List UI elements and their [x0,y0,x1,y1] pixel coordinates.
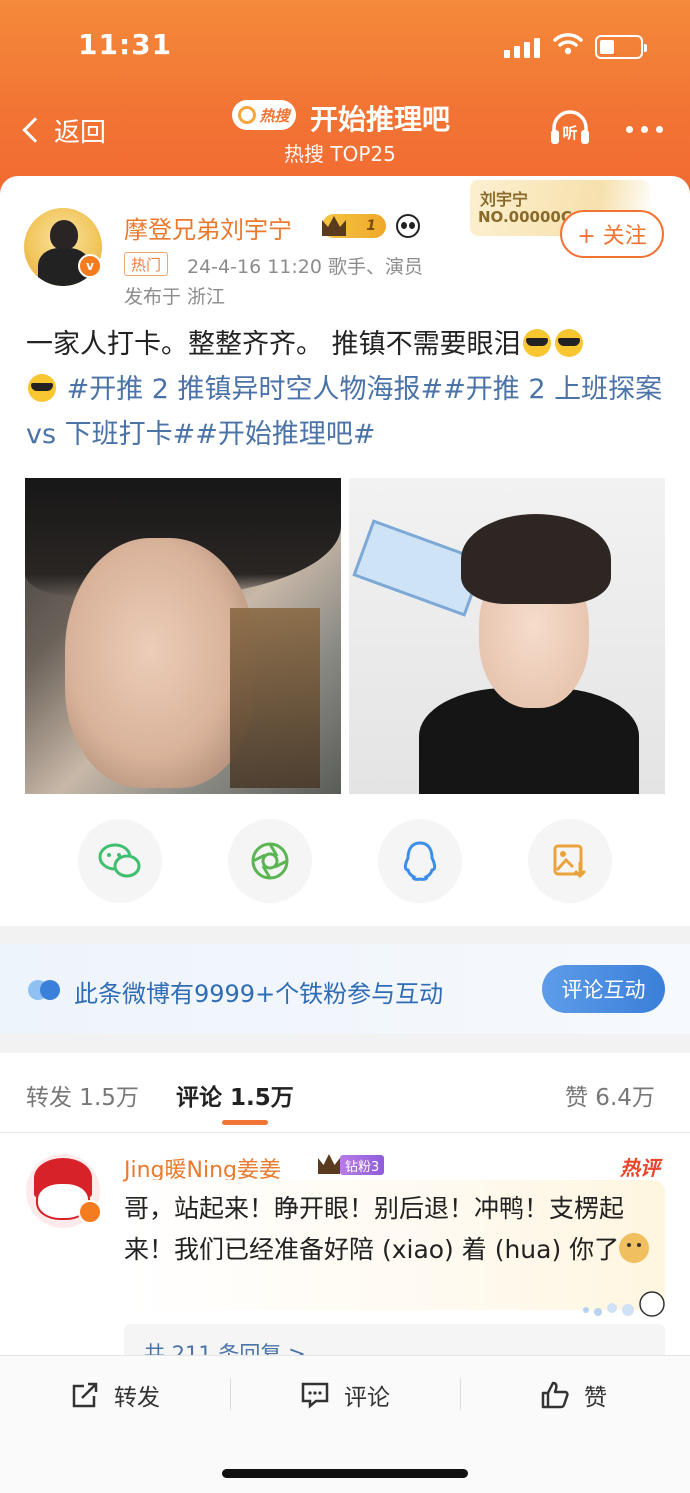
fan-card-number: NO.00000C [478,208,572,226]
doge-emoji-icon [619,1233,650,1263]
hot-badge-label: 热搜 [259,106,290,125]
cool-emoji-icon [554,329,583,357]
verified-icon: v [78,254,102,278]
page-subtitle: 热搜 TOP25 [284,142,396,166]
repost-button[interactable]: 转发 [70,1378,160,1412]
hot-comment-badge: 热评 [620,1156,660,1180]
share-wechat-button[interactable] [78,819,162,903]
listen-label: 听 [562,124,577,142]
post-image-photo[interactable] [349,478,665,794]
follow-button[interactable]: + 关注 [560,210,664,258]
home-indicator [222,1469,468,1478]
fan-card-name: 刘宇宁 [480,190,529,209]
repost-icon [72,1382,98,1408]
like-button[interactable]: 赞 [540,1378,607,1412]
hashtag-link[interactable]: #开始推理吧# [195,419,375,450]
tab-comment-count: 1.5万 [230,1085,294,1111]
cool-emoji-icon [522,329,551,357]
page-title: 开始推理吧 [310,103,451,136]
vip-level: 1 [366,218,376,234]
hashtag-link[interactable]: #开推 2 推镇异时空人物海报# [67,374,444,405]
moments-icon [251,842,289,880]
battery-icon [595,35,647,59]
search-icon [238,106,257,124]
listen-button[interactable]: 听 [548,108,592,148]
back-chevron-icon [22,117,48,143]
qq-icon [403,841,437,881]
more-button[interactable] [626,126,663,133]
comment-text: 哥，站起来！睁开眼！别后退！冲鸭！支楞起来！我们已经准备好陪 (xiao) 着 … [124,1188,654,1270]
back-label: 返回 [54,117,107,148]
thumbs-up-icon [541,1381,569,1409]
share-moments-button[interactable] [228,819,312,903]
vip-level-badge: 1 [322,214,386,238]
fans-icon [28,980,60,1000]
bubbles-decoration-icon [583,1291,665,1317]
wifi-icon [553,33,583,55]
status-time: 11:31 [78,28,173,61]
verified-icon [78,1200,102,1224]
hot-tag: 热门 [124,252,169,276]
divider [460,1378,461,1410]
fan-level-badge: 钻粉3 [340,1155,385,1175]
tab-indicator [222,1120,268,1125]
tab-comment[interactable]: 评论 1.5万 [176,1078,294,1112]
hot-search-badge: 热搜 [232,100,296,130]
like-label: 赞 [584,1385,607,1411]
comment-interact-button[interactable]: 评论互动 [542,965,665,1013]
tab-repost[interactable]: 转发 1.5万 [26,1078,139,1112]
post-body: 一家人打卡。整整齐齐。 推镇不需要眼泪 [26,329,521,360]
back-button[interactable]: 返回 [18,110,106,150]
save-image-button[interactable] [528,819,612,903]
tab-comment-label: 评论 [176,1085,222,1111]
post-meta: 24-4-16 11:20 歌手、演员 [187,256,423,278]
save-image-icon [553,844,587,879]
post-location: 发布于 浙江 [124,286,226,308]
divider [230,1378,231,1410]
comment-label: 评论 [344,1385,390,1411]
wechat-icon [98,843,141,878]
comment-body: 哥，站起来！睁开眼！别后退！冲鸭！支楞起来！我们已经准备好陪 (xiao) 着 … [124,1194,625,1264]
share-qq-button[interactable] [378,819,462,903]
fans-text: 此条微博有9999+个铁粉参与互动 [74,980,444,1008]
tab-like[interactable]: 赞 6.4万 [565,1078,655,1112]
comment-icon [301,1382,329,1409]
post-image-poster[interactable] [25,478,341,794]
comment-button[interactable]: 评论 [300,1378,390,1412]
post-text: 一家人打卡。整整齐齐。 推镇不需要眼泪 #开推 2 推镇异时空人物海报##开推 … [26,322,666,457]
repost-label: 转发 [114,1385,160,1411]
cool-emoji-icon [28,374,56,402]
signal-icon [504,36,542,58]
author-name[interactable]: 摩登兄弟刘宇宁 [124,210,292,245]
panda-icon [396,214,420,238]
